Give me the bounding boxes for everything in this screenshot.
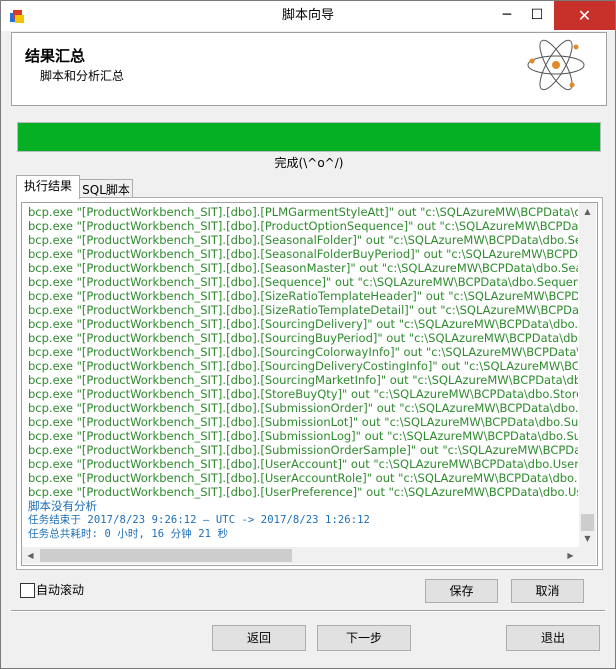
vertical-scrollbar[interactable]: ▲ ▼	[579, 203, 596, 547]
output-line: bcp.exe "[ProductWorkbench_SIT].[dbo].[S…	[28, 331, 578, 345]
scroll-right-arrow-icon[interactable]: ▶	[562, 547, 579, 564]
results-panel: bcp.exe "[ProductWorkbench_SIT].[dbo].[P…	[16, 197, 603, 570]
output-line: bcp.exe "[ProductWorkbench_SIT].[dbo].[S…	[28, 233, 578, 247]
output-line: bcp.exe "[ProductWorkbench_SIT].[dbo].[P…	[28, 205, 578, 219]
output-no-analysis: 脚本没有分析	[28, 499, 97, 513]
wizard-window: 脚本向导 ─ ☐ ✕ 结果汇总 脚本和分析汇总 完成(\^o^/) 执行结果 S…	[0, 0, 616, 669]
auto-scroll-label[interactable]: 自动滚动	[36, 581, 84, 598]
vertical-scroll-thumb[interactable]	[581, 514, 594, 531]
output-line: bcp.exe "[ProductWorkbench_SIT].[dbo].[U…	[28, 471, 578, 485]
output-line: bcp.exe "[ProductWorkbench_SIT].[dbo].[S…	[28, 429, 578, 443]
minimize-button[interactable]: ─	[493, 1, 521, 30]
scroll-left-arrow-icon[interactable]: ◀	[22, 547, 39, 564]
close-button[interactable]: ✕	[554, 1, 615, 30]
output-line: bcp.exe "[ProductWorkbench_SIT].[dbo].[S…	[28, 261, 578, 275]
output-line: bcp.exe "[ProductWorkbench_SIT].[dbo].[S…	[28, 401, 578, 415]
progress-fill	[18, 123, 600, 151]
back-button[interactable]: 返回	[212, 625, 306, 651]
auto-scroll-checkbox[interactable]	[20, 583, 35, 598]
maximize-button[interactable]: ☐	[523, 1, 551, 30]
output-line: bcp.exe "[ProductWorkbench_SIT].[dbo].[U…	[28, 457, 578, 471]
output-line: bcp.exe "[ProductWorkbench_SIT].[dbo].[S…	[28, 359, 578, 373]
exit-button[interactable]: 退出	[506, 625, 600, 651]
scroll-up-arrow-icon[interactable]: ▲	[579, 203, 596, 220]
header-panel: 结果汇总 脚本和分析汇总	[11, 32, 607, 106]
results-lines: bcp.exe "[ProductWorkbench_SIT].[dbo].[P…	[28, 205, 578, 548]
page-subtitle: 脚本和分析汇总	[40, 69, 125, 83]
progress-bar	[17, 122, 601, 152]
output-line: bcp.exe "[ProductWorkbench_SIT].[dbo].[S…	[28, 275, 578, 289]
cancel-button[interactable]: 取消	[511, 579, 584, 603]
page-title: 结果汇总	[25, 47, 86, 65]
output-line: bcp.exe "[ProductWorkbench_SIT].[dbo].[S…	[28, 387, 578, 401]
output-line: bcp.exe "[ProductWorkbench_SIT].[dbo].[U…	[28, 485, 578, 499]
scroll-corner	[579, 547, 596, 564]
scroll-down-arrow-icon[interactable]: ▼	[579, 530, 596, 547]
horizontal-scroll-thumb[interactable]	[40, 549, 292, 562]
atom-icon	[527, 39, 585, 91]
tab-execution-results[interactable]: 执行结果	[16, 175, 80, 199]
output-elapsed: 任务总共耗时: 0 小时, 16 分钟 21 秒	[28, 528, 229, 540]
output-line: bcp.exe "[ProductWorkbench_SIT].[dbo].[S…	[28, 289, 578, 303]
output-line: bcp.exe "[ProductWorkbench_SIT].[dbo].[S…	[28, 345, 578, 359]
status-text: 完成(\^o^/)	[274, 156, 344, 170]
output-finished: 任务结束于 2017/8/23 9:26:12 — UTC -> 2017/8/…	[28, 514, 370, 526]
output-line: bcp.exe "[ProductWorkbench_SIT].[dbo].[S…	[28, 317, 578, 331]
horizontal-scrollbar[interactable]: ◀ ▶	[22, 547, 579, 564]
output-line: bcp.exe "[ProductWorkbench_SIT].[dbo].[P…	[28, 219, 578, 233]
output-line: bcp.exe "[ProductWorkbench_SIT].[dbo].[S…	[28, 415, 578, 429]
output-line: bcp.exe "[ProductWorkbench_SIT].[dbo].[S…	[28, 303, 578, 317]
results-textbox[interactable]: bcp.exe "[ProductWorkbench_SIT].[dbo].[P…	[21, 202, 598, 566]
next-button[interactable]: 下一步	[317, 625, 411, 651]
output-line: bcp.exe "[ProductWorkbench_SIT].[dbo].[S…	[28, 443, 578, 457]
title-bar[interactable]: 脚本向导 ─ ☐ ✕	[1, 1, 615, 31]
save-button[interactable]: 保存	[425, 579, 498, 603]
divider	[11, 610, 605, 612]
output-line: bcp.exe "[ProductWorkbench_SIT].[dbo].[S…	[28, 247, 578, 261]
output-line: bcp.exe "[ProductWorkbench_SIT].[dbo].[S…	[28, 373, 578, 387]
